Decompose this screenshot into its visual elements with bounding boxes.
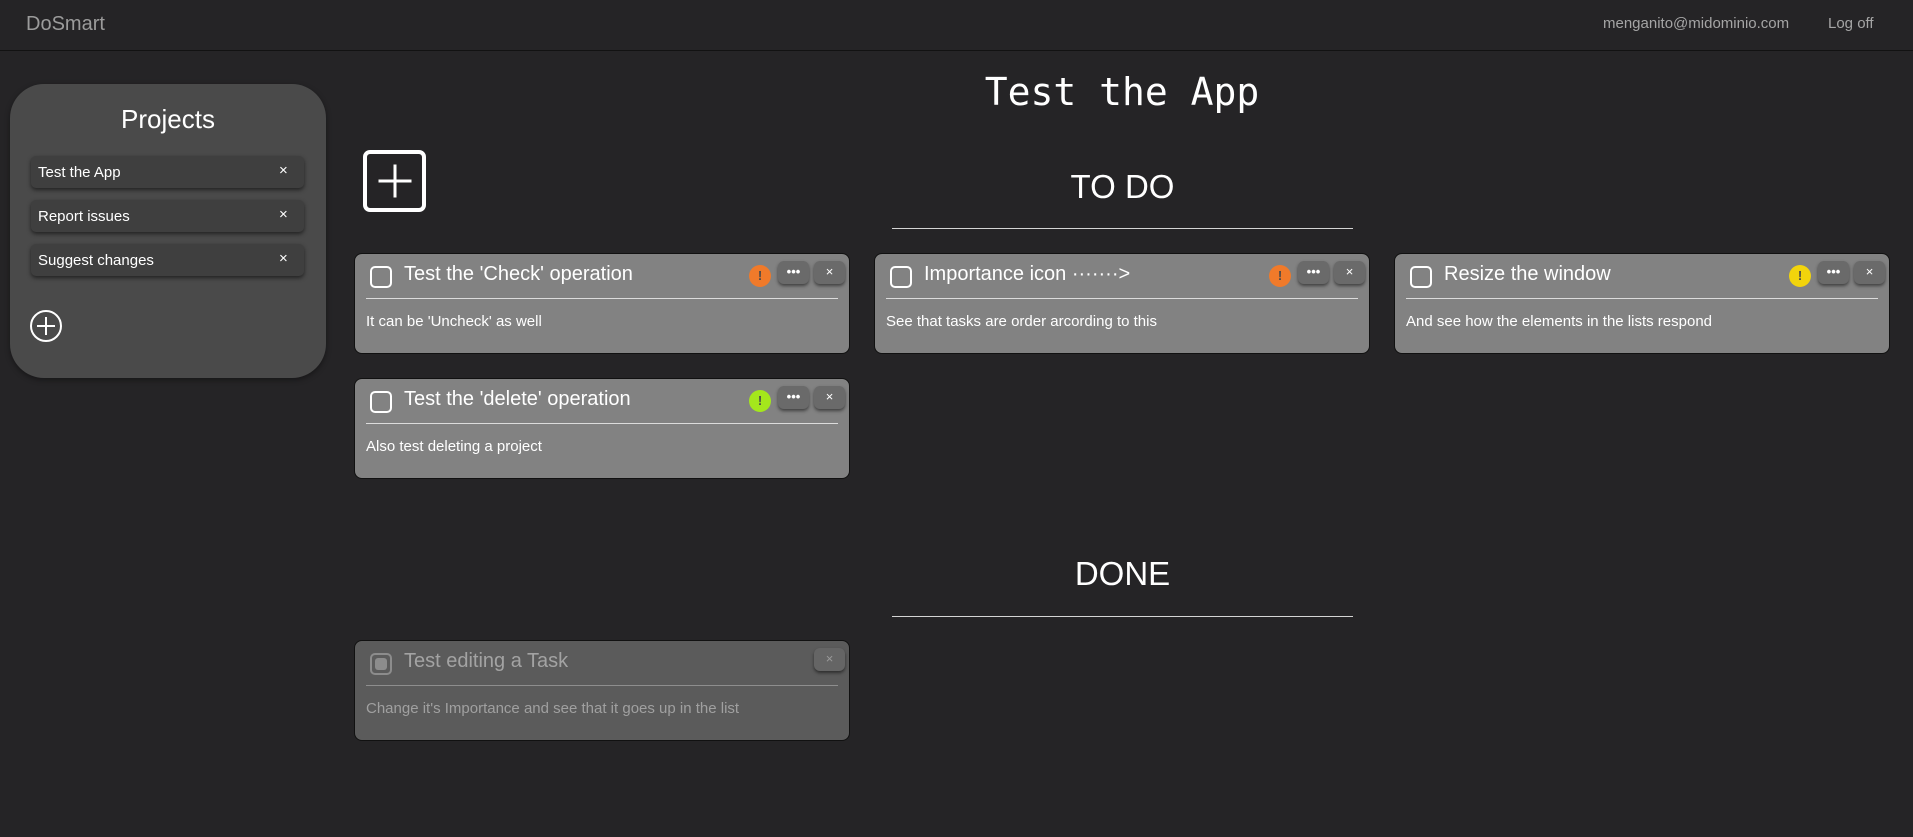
task-title: Resize the window xyxy=(1444,263,1611,285)
projects-sidebar: Projects Test the App × Report issues × … xyxy=(10,84,326,378)
importance-icon: ! xyxy=(1269,265,1291,287)
task-divider xyxy=(366,423,838,424)
task-title: Importance icon ·······> xyxy=(924,263,1131,285)
delete-project-icon[interactable]: × xyxy=(279,206,288,223)
task-description: Also test deleting a project xyxy=(366,438,542,455)
logoff-link[interactable]: Log off xyxy=(1828,15,1874,32)
task-divider xyxy=(886,298,1358,299)
done-heading: DONE xyxy=(1074,555,1171,592)
task-divider xyxy=(1406,298,1878,299)
done-divider xyxy=(892,616,1353,617)
project-item-report-issues[interactable]: Report issues × xyxy=(31,200,304,232)
task-card: Test the 'delete' operation ! ••• × Also… xyxy=(354,378,850,479)
sidebar-title: Projects xyxy=(121,104,215,134)
task-delete-button[interactable]: × xyxy=(814,386,845,409)
task-checkbox[interactable] xyxy=(890,266,912,288)
project-label: Report issues xyxy=(38,208,130,225)
task-checkbox-checked[interactable] xyxy=(370,653,392,675)
add-task-icon[interactable] xyxy=(363,150,426,212)
task-checkbox[interactable] xyxy=(1410,266,1432,288)
task-description: See that tasks are order arcording to th… xyxy=(886,313,1157,330)
task-description: And see how the elements in the lists re… xyxy=(1406,313,1713,330)
project-item-suggest-changes[interactable]: Suggest changes × xyxy=(31,244,304,276)
task-delete-button[interactable]: × xyxy=(1334,261,1365,284)
task-title: Test the 'delete' operation xyxy=(404,388,631,410)
importance-icon: ! xyxy=(749,265,771,287)
project-label: Test the App xyxy=(38,164,121,181)
task-description: It can be 'Uncheck' as well xyxy=(366,313,542,330)
task-checkbox[interactable] xyxy=(370,391,392,413)
task-card: Resize the window ! ••• × And see how th… xyxy=(1394,253,1890,354)
add-project-icon[interactable] xyxy=(30,310,62,342)
delete-project-icon[interactable]: × xyxy=(279,162,288,179)
task-title: Test the 'Check' operation xyxy=(404,263,633,285)
task-title: Test editing a Task xyxy=(404,650,569,672)
importance-icon: ! xyxy=(1789,265,1811,287)
page-title: Test the App xyxy=(984,70,1260,114)
delete-project-icon[interactable]: × xyxy=(279,250,288,267)
task-divider xyxy=(366,298,838,299)
importance-icon: ! xyxy=(749,390,771,412)
navbar: DoSmart menganito@midominio.com Log off xyxy=(0,0,1913,51)
task-options-button[interactable]: ••• xyxy=(1298,261,1329,284)
task-options-button[interactable]: ••• xyxy=(778,386,809,409)
brand-logo[interactable]: DoSmart xyxy=(26,13,105,36)
project-item-test-the-app[interactable]: Test the App × xyxy=(31,156,304,188)
task-delete-button[interactable]: × xyxy=(814,261,845,284)
task-card: Test the 'Check' operation ! ••• × It ca… xyxy=(354,253,850,354)
task-card: Importance icon ·······> ! ••• × See tha… xyxy=(874,253,1370,354)
task-options-button[interactable]: ••• xyxy=(1818,261,1849,284)
todo-heading: TO DO xyxy=(1070,168,1175,205)
task-checkbox[interactable] xyxy=(370,266,392,288)
task-description: Change it's Importance and see that it g… xyxy=(366,700,740,717)
task-divider xyxy=(366,685,838,686)
task-delete-button[interactable]: × xyxy=(1854,261,1885,284)
task-card-done: Test editing a Task × Change it's Import… xyxy=(354,640,850,741)
task-options-button[interactable]: ••• xyxy=(778,261,809,284)
task-delete-button[interactable]: × xyxy=(814,648,845,671)
todo-divider xyxy=(892,228,1353,229)
project-label: Suggest changes xyxy=(38,252,154,269)
user-email: menganito@midominio.com xyxy=(1603,15,1790,32)
